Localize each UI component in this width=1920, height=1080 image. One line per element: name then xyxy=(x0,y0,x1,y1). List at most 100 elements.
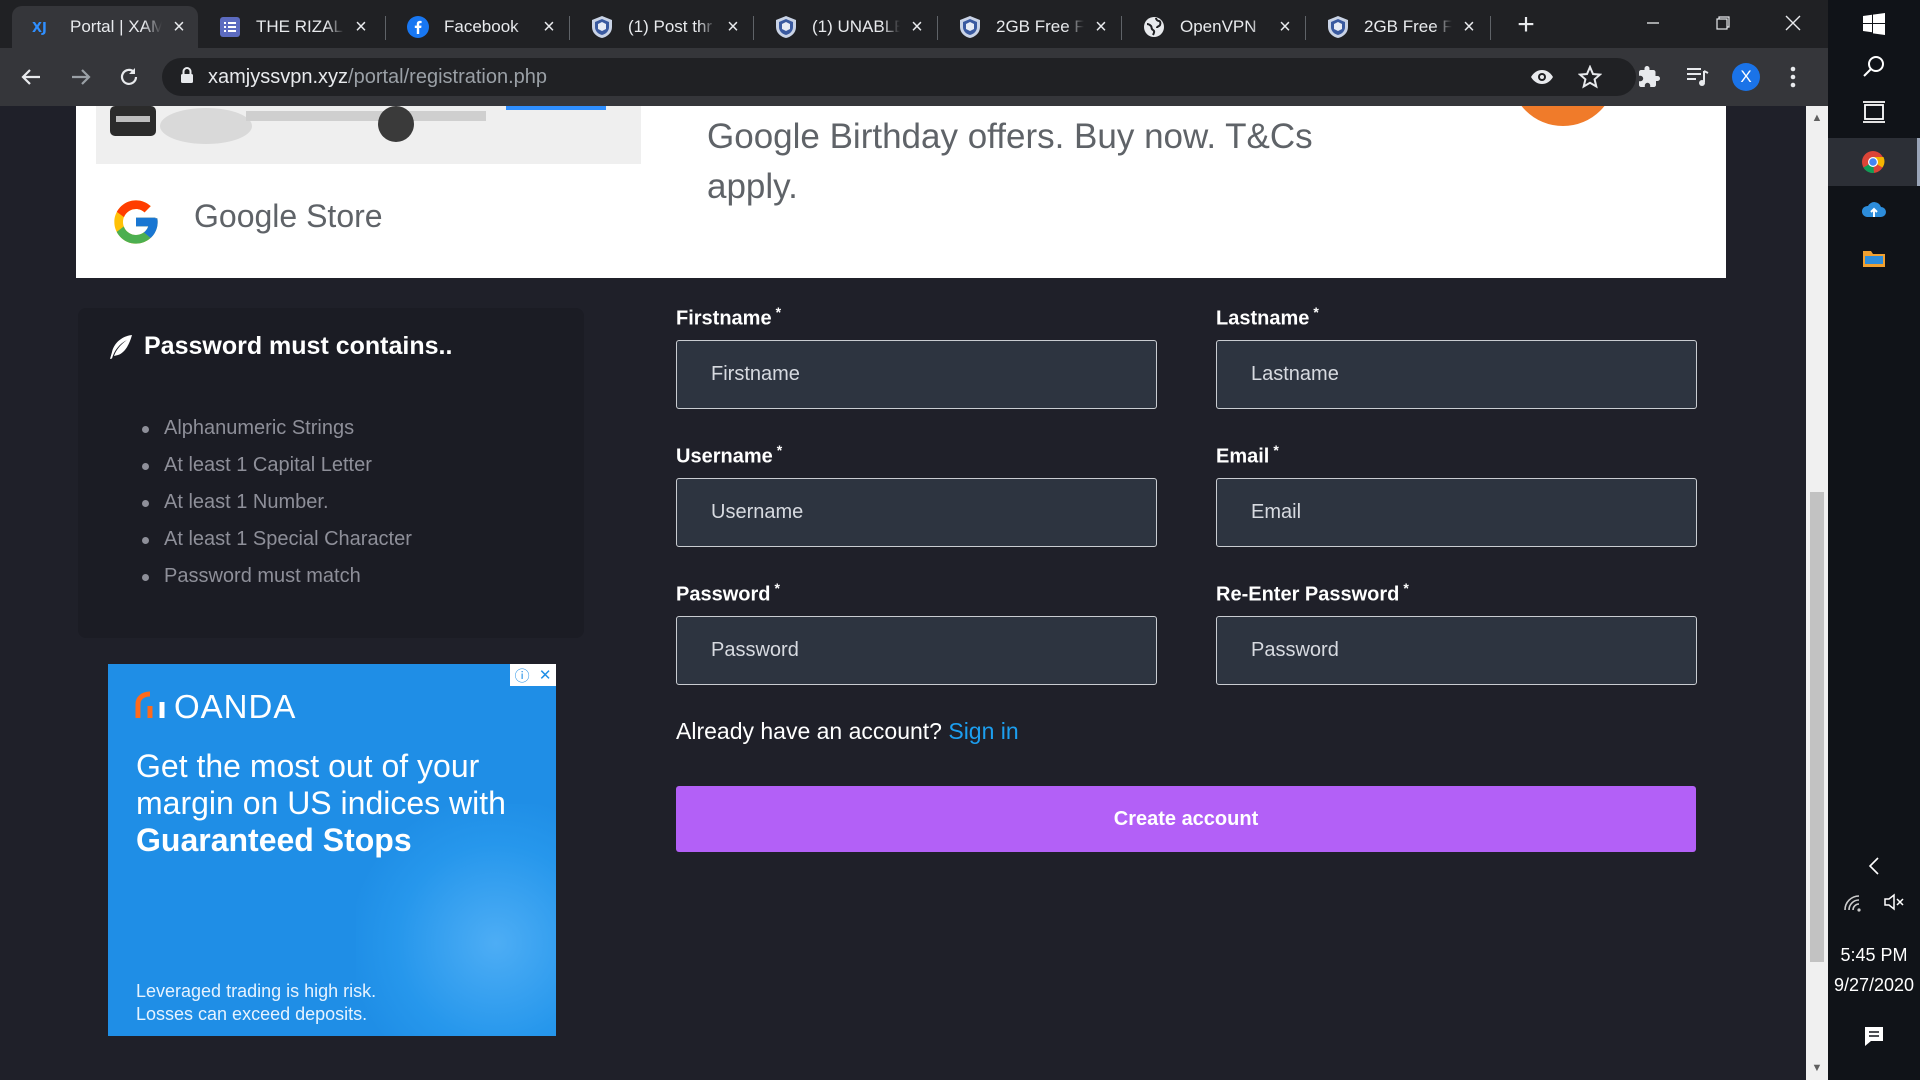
required-mark: * xyxy=(774,580,780,596)
close-window-button[interactable] xyxy=(1770,8,1816,38)
restore-button[interactable] xyxy=(1700,8,1746,38)
search-button[interactable] xyxy=(1828,42,1920,90)
tab-divider xyxy=(1490,16,1491,40)
tab-openvpn[interactable]: OpenVPN × xyxy=(1122,6,1304,48)
profile-initial: X xyxy=(1740,67,1752,86)
search-icon xyxy=(1863,56,1884,77)
required-mark: * xyxy=(776,442,783,458)
signin-prompt-text: Already have an account? xyxy=(676,718,942,744)
password-rules-title-text: Password must contains.. xyxy=(144,332,453,360)
globe-icon xyxy=(1142,15,1166,39)
media-control-icon[interactable] xyxy=(1682,62,1712,92)
tab-title: (1) Post thr xyxy=(628,17,713,36)
ad-brand-name[interactable]: Google Store xyxy=(194,198,383,235)
password-rule-item: Password must match xyxy=(142,558,412,595)
oanda-logo[interactable]: OANDA xyxy=(134,688,296,726)
password-input[interactable]: Password xyxy=(676,616,1157,685)
close-icon[interactable]: × xyxy=(352,17,370,37)
email-input[interactable]: Email xyxy=(1216,478,1697,547)
scroll-down-arrow-icon[interactable]: ▼ xyxy=(1811,1062,1823,1074)
google-store-ad[interactable]: Google Birthday offers. Buy now. T&Cs ap… xyxy=(76,106,1726,278)
lastname-label-text: Lastname xyxy=(1216,307,1310,330)
extensions-icon[interactable] xyxy=(1634,62,1664,92)
tab-strip: XJ Portal | XAMJYSS × THE RIZAL × Facebo… xyxy=(0,0,1828,48)
taskbar-chrome[interactable] xyxy=(1828,138,1920,186)
ad-info-icon[interactable]: ⓘ xyxy=(515,665,530,686)
close-icon[interactable]: × xyxy=(1092,17,1110,37)
forward-button[interactable] xyxy=(66,62,96,92)
bookmark-star-icon[interactable] xyxy=(1575,62,1605,92)
volume-muted-icon xyxy=(1884,893,1904,911)
menu-kebab-icon[interactable] xyxy=(1778,62,1808,92)
url-path: /portal/registration.php xyxy=(348,65,548,88)
back-button[interactable] xyxy=(16,62,46,92)
tab-post[interactable]: (1) Post thr × xyxy=(570,6,752,48)
password-rules-card: Password must contains.. Alphanumeric St… xyxy=(78,308,584,638)
scroll-up-arrow-icon[interactable]: ▲ xyxy=(1811,112,1823,124)
firstname-placeholder: Firstname xyxy=(711,363,800,385)
firstname-input[interactable]: Firstname xyxy=(676,340,1157,409)
task-view-button[interactable] xyxy=(1828,88,1920,136)
oanda-ad[interactable]: ⓘ ✕ OANDA Get the most out of your margi… xyxy=(108,664,556,1036)
eye-icon[interactable] xyxy=(1527,62,1557,92)
feather-icon xyxy=(108,334,134,360)
ad-cta-circle[interactable] xyxy=(1510,106,1616,126)
url-domain: xamjyssvpn.xyz xyxy=(208,65,349,88)
tab-title: 2GB Free F xyxy=(1364,17,1452,36)
new-tab-button[interactable]: + xyxy=(1512,10,1540,40)
notification-icon xyxy=(1865,1027,1883,1046)
tab-facebook[interactable]: Facebook × xyxy=(386,6,568,48)
url-text[interactable]: xamjyssvpn.xyz/portal/registration.php xyxy=(208,66,547,89)
password-rule-item: At least 1 Capital Letter xyxy=(142,447,412,484)
tab-2gb-free-2[interactable]: 2GB Free F × xyxy=(1306,6,1488,48)
action-center-button[interactable] xyxy=(1828,1012,1920,1060)
repassword-placeholder: Password xyxy=(1251,639,1339,661)
signin-link[interactable]: Sign in xyxy=(948,718,1018,744)
email-placeholder: Email xyxy=(1251,501,1302,523)
reload-button[interactable] xyxy=(114,62,144,92)
password-rule-item: At least 1 Number. xyxy=(142,484,412,521)
clock-date: 9/27/2020 xyxy=(1833,975,1915,995)
lastname-input[interactable]: Lastname xyxy=(1216,340,1697,409)
volume-control[interactable] xyxy=(1848,878,1920,926)
shield-box-icon xyxy=(590,15,614,39)
close-icon[interactable]: × xyxy=(908,17,926,37)
ad-choices-button[interactable]: ⓘ ✕ xyxy=(510,664,556,686)
repassword-input[interactable]: Password xyxy=(1216,616,1697,685)
google-g-logo-icon[interactable] xyxy=(110,196,162,248)
password-rules-list: Alphanumeric Strings At least 1 Capital … xyxy=(142,410,412,595)
profile-avatar[interactable]: X xyxy=(1731,62,1761,92)
tab-title: Facebook xyxy=(444,17,519,36)
tab-2gb-free-1[interactable]: 2GB Free F × xyxy=(938,6,1120,48)
taskbar-clock[interactable]: 5:45 PM 9/27/2020 xyxy=(1828,940,1920,1000)
clock-time: 5:45 PM xyxy=(1840,945,1908,965)
required-mark: * xyxy=(1273,442,1279,458)
tab-unable[interactable]: (1) UNABLE × xyxy=(754,6,936,48)
shield-box-icon xyxy=(774,15,798,39)
username-input[interactable]: Username xyxy=(676,478,1157,547)
email-label-text: Email xyxy=(1216,445,1270,468)
lock-icon[interactable] xyxy=(180,66,194,89)
ad-side-headline[interactable]: Get the most out of your margin on US in… xyxy=(136,748,516,859)
close-icon[interactable]: × xyxy=(1460,17,1478,37)
create-account-button[interactable]: Create account xyxy=(676,786,1696,852)
close-icon[interactable]: × xyxy=(170,17,188,37)
start-button[interactable] xyxy=(1828,0,1920,48)
password-rule-item: Alphanumeric Strings xyxy=(142,410,412,447)
ad-headline[interactable]: Google Birthday offers. Buy now. T&Cs ap… xyxy=(707,112,1347,212)
address-bar[interactable]: xamjyssvpn.xyz/portal/registration.php xyxy=(162,58,1636,96)
tab-portal[interactable]: XJ Portal | XAMJYSS × xyxy=(12,6,198,48)
lastname-placeholder: Lastname xyxy=(1251,363,1339,385)
close-icon[interactable]: × xyxy=(1276,17,1294,37)
close-icon[interactable]: × xyxy=(724,17,742,37)
ad-product-image[interactable] xyxy=(96,106,641,164)
close-icon[interactable]: × xyxy=(540,17,558,37)
tab-rizal[interactable]: THE RIZAL × xyxy=(198,6,380,48)
windows-logo-icon xyxy=(1863,13,1885,35)
page-scrollbar[interactable]: ▲ ▼ xyxy=(1806,106,1828,1080)
browser-window: XJ Portal | XAMJYSS × THE RIZAL × Facebo… xyxy=(0,0,1828,106)
taskbar-file-explorer[interactable] xyxy=(1828,234,1920,282)
taskbar-cloud-app[interactable] xyxy=(1828,186,1920,234)
minimize-button[interactable] xyxy=(1630,8,1676,38)
ad-close-icon[interactable]: ✕ xyxy=(539,666,552,684)
